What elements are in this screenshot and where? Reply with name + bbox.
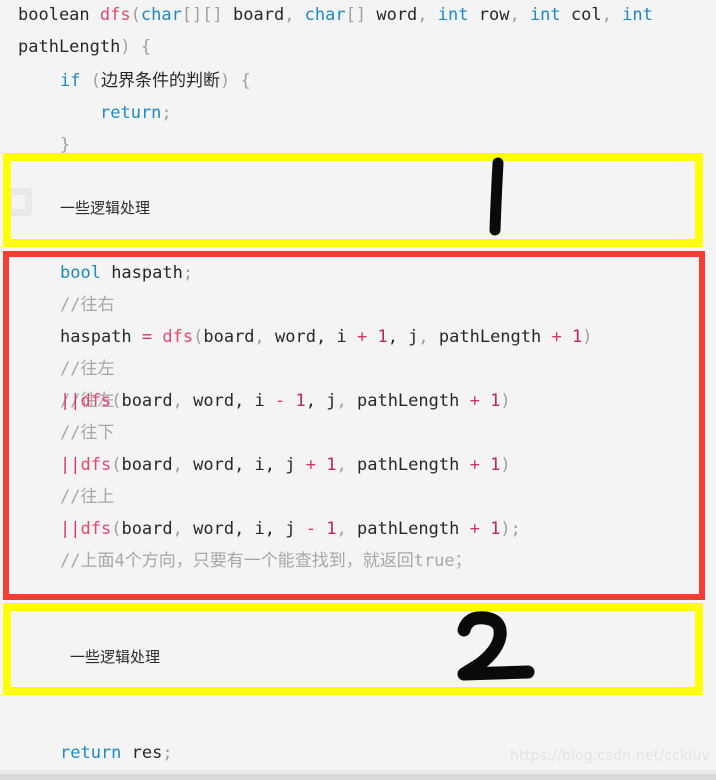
token-paren-close-if: ) {: [219, 71, 251, 91]
token-chinese-condition: 边界条件的判断: [100, 71, 220, 91]
token-param-pathlength: pathLength: [18, 37, 121, 57]
token-function-dfs: dfs: [99, 5, 131, 25]
handwritten-mark-2: [457, 611, 535, 681]
bottom-divider: [0, 774, 716, 780]
token-param-board: board: [233, 5, 285, 25]
handwritten-mark-1: [489, 157, 504, 236]
token-param-word: word: [376, 5, 418, 25]
token-array-brackets: [][]: [181, 5, 233, 25]
annotation-box-1-label: 一些逻辑处理: [60, 199, 151, 217]
token-array-brackets-2: []: [345, 5, 377, 25]
token-keyword-boolean: boolean: [18, 5, 100, 25]
code-line-3: if (边界条件的判断) {: [60, 70, 251, 92]
token-brace-close-1: }: [60, 135, 71, 155]
token-semicolon-3: ;: [162, 743, 173, 763]
csdn-watermark: https://blog.csdn.net/cckluv: [510, 748, 710, 764]
token-comma-4: ,: [601, 5, 623, 25]
token-paren-open: (: [130, 5, 141, 25]
token-keyword-return-1: return: [100, 103, 162, 123]
annotation-box-2-label: 一些逻辑处理: [70, 648, 161, 666]
token-var-res: res: [121, 743, 163, 763]
token-keyword-if: if: [60, 71, 81, 91]
token-comma-1: ,: [284, 5, 305, 25]
token-type-int-1: int: [437, 5, 469, 25]
code-line-16: return res;: [60, 742, 173, 764]
code-line-2: pathLength) {: [18, 36, 151, 58]
token-paren-open-if: (: [80, 71, 101, 91]
token-type-int-2: int: [529, 5, 561, 25]
token-param-col: col: [560, 5, 602, 25]
code-snippet-surface: boolean dfs(char[][] board, char[] word,…: [0, 0, 716, 780]
token-type-char-2: char: [304, 5, 346, 25]
token-type-char: char: [140, 5, 182, 25]
token-comma-3: ,: [509, 5, 530, 25]
token-param-row: row: [468, 5, 510, 25]
token-semicolon-1: ;: [161, 103, 172, 123]
code-line-1: boolean dfs(char[][] board, char[] word,…: [18, 4, 653, 26]
code-line-4: return;: [100, 102, 172, 124]
token-paren-brace: ) {: [120, 37, 152, 57]
token-type-int-3: int: [622, 5, 653, 25]
token-comma-2: ,: [417, 5, 438, 25]
annotation-box-red: [3, 251, 705, 600]
token-keyword-return-2: return: [60, 743, 122, 763]
